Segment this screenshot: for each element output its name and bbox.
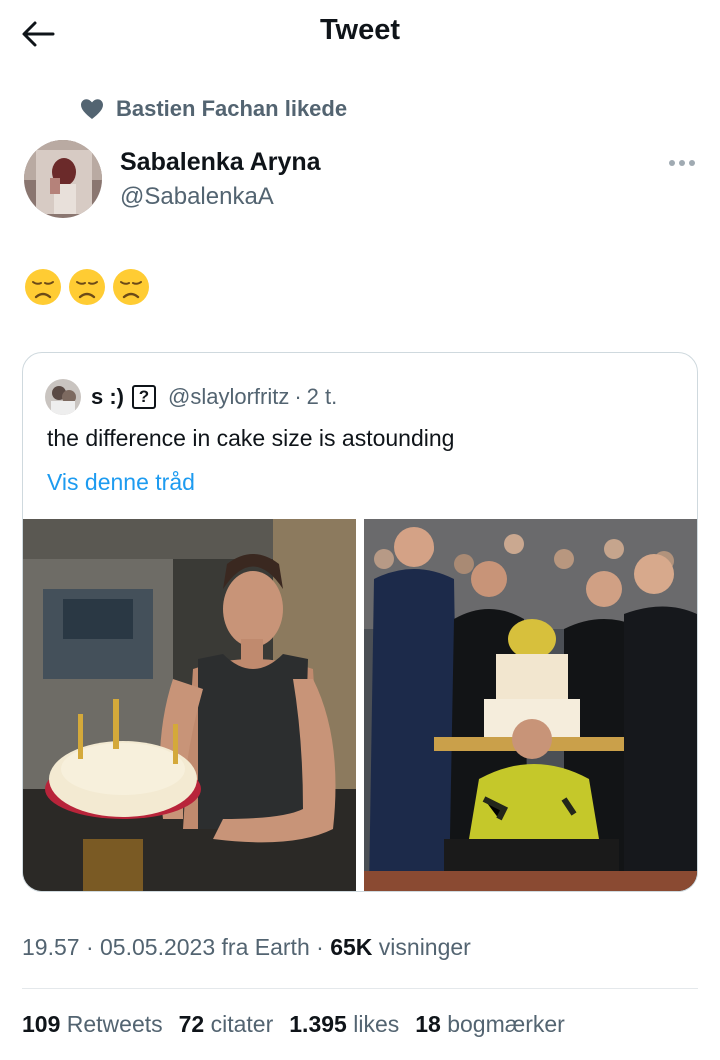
social-context-text: Bastien Fachan likede: [116, 96, 348, 121]
bookmarks-count: 18: [415, 1011, 441, 1037]
retweets-label: Retweets: [60, 1011, 163, 1037]
disappointed-face-icon: [113, 269, 149, 305]
quoted-tweet-card[interactable]: s :) ? @slaylorfritz · 2 t. the differen…: [22, 352, 698, 892]
disappointed-face-icon: [25, 269, 61, 305]
social-context: Bastien Fachan likede: [80, 94, 347, 124]
tweet-source: fra Earth: [215, 934, 310, 960]
separator-dot: ·: [79, 934, 101, 960]
likes-label: likes: [346, 1011, 400, 1037]
quoted-tweet-header: s :) ? @slaylorfritz · 2 t.: [45, 377, 337, 417]
show-thread-link[interactable]: Vis denne tråd: [47, 469, 195, 496]
quoted-tweet-time: 2 t.: [306, 384, 338, 409]
views-count: 65K: [330, 934, 373, 960]
retweets-stat[interactable]: 109 Retweets: [22, 1011, 163, 1038]
tweet-detail-page: Tweet Bastien Fachan likede Sabalenka Ar…: [0, 0, 720, 1060]
tweet-time[interactable]: 19.57: [22, 934, 80, 960]
page-title: Tweet: [319, 14, 401, 46]
more-options-button[interactable]: [664, 150, 700, 176]
quoted-tweet-media: [23, 519, 697, 891]
retweets-count: 109: [22, 1011, 61, 1037]
bookmarks-stat[interactable]: 18 bogmærker: [415, 1011, 565, 1038]
heart-icon: [81, 99, 103, 119]
quotes-count: 72: [178, 1011, 205, 1037]
bookmarks-label: bogmærker: [440, 1011, 565, 1037]
engagement-stats: 109 Retweets 72 citater 1.395 likes 18 b…: [22, 1011, 565, 1038]
author-avatar[interactable]: [24, 140, 102, 218]
more-dots-icon: [669, 160, 695, 166]
separator-dot: ·: [294, 384, 302, 409]
disappointed-face-icon: [69, 269, 105, 305]
tweet-date[interactable]: 05.05.2023: [100, 934, 215, 960]
question-mark-icon: ?: [132, 385, 156, 409]
quoted-author-handle[interactable]: @slaylorfritz: [168, 384, 289, 410]
likes-count: 1.395: [289, 1011, 347, 1037]
top-bar: Tweet: [0, 0, 720, 64]
quotes-label: citater: [204, 1011, 274, 1037]
quoted-author-avatar[interactable]: [45, 379, 81, 415]
photo-player-small-cake[interactable]: [23, 519, 356, 891]
tweet-metadata: 19.57 · 05.05.2023 fra Earth · 65K visni…: [22, 934, 471, 961]
quotes-stat[interactable]: 72 citater: [179, 1011, 274, 1038]
quoted-author-name[interactable]: s :): [91, 384, 124, 410]
views-label: visninger: [372, 934, 471, 960]
likes-stat[interactable]: 1.395 likes: [289, 1011, 399, 1038]
separator-dot: ·: [309, 934, 331, 960]
author-handle[interactable]: @SabalenkaA: [120, 183, 274, 211]
divider: [22, 988, 698, 989]
tweet-text: [24, 268, 150, 306]
quoted-tweet-text: the difference in cake size is astoundin…: [47, 425, 455, 451]
author-name[interactable]: Sabalenka Aryna: [120, 148, 321, 177]
photo-ceremony-big-cake[interactable]: [364, 519, 697, 891]
